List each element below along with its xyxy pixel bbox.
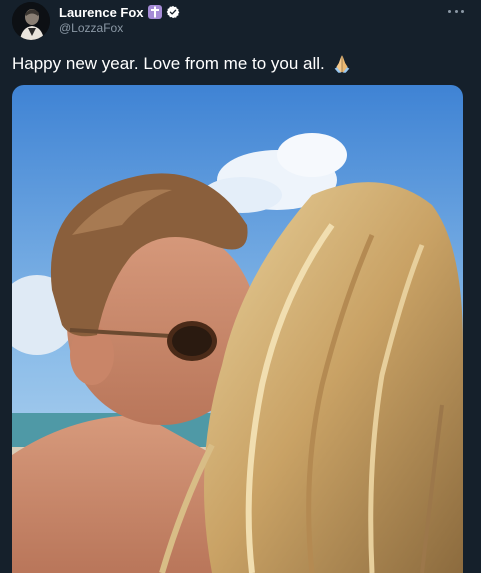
- display-name[interactable]: Laurence Fox: [59, 5, 144, 20]
- folded-hands-icon: [334, 55, 350, 73]
- more-dot: [454, 9, 458, 13]
- more-icon[interactable]: [448, 4, 464, 18]
- verified-icon: [166, 5, 179, 19]
- cross-icon: [147, 5, 162, 19]
- more-dot: [461, 9, 464, 13]
- tweet: Laurence Fox @LozzaFox Happy new year. L…: [0, 0, 481, 573]
- more-dot: [448, 9, 451, 13]
- tweet-text: Happy new year. Love from me to you all.: [12, 54, 325, 73]
- tweet-photo[interactable]: [12, 85, 463, 573]
- user-handle[interactable]: @LozzaFox: [59, 21, 123, 35]
- avatar[interactable]: [12, 2, 50, 40]
- tweet-text-row: Happy new year. Love from me to you all.: [12, 53, 353, 75]
- author-name-row: Laurence Fox: [59, 4, 180, 20]
